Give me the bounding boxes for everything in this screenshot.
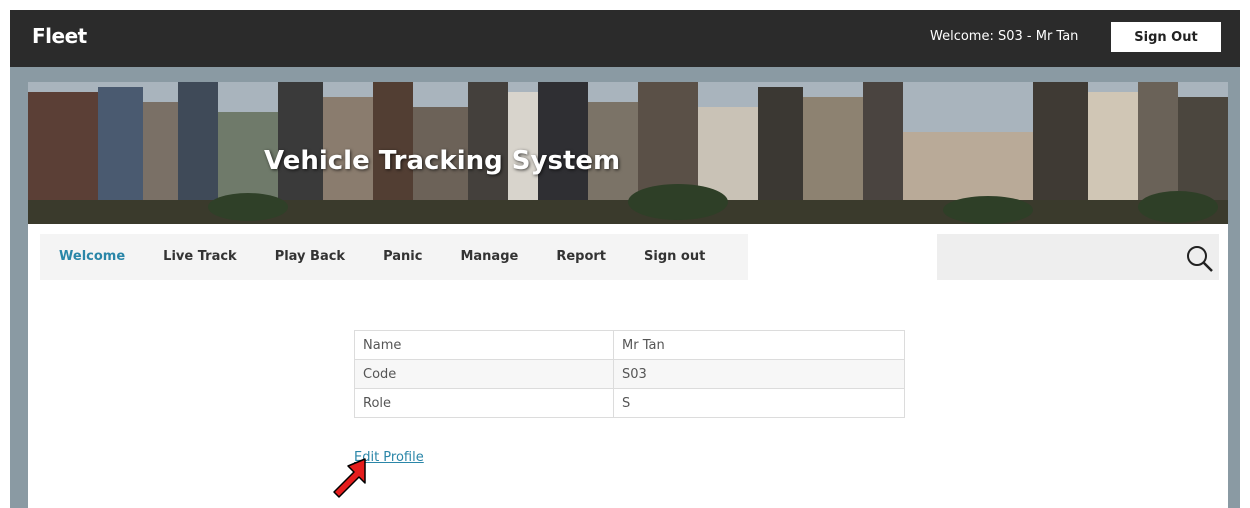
- nav-item-panic[interactable]: Panic: [364, 234, 441, 280]
- banner-title: Vehicle Tracking System: [264, 146, 621, 176]
- profile-code-value: S03: [613, 359, 905, 389]
- nav-item-welcome[interactable]: Welcome: [40, 234, 144, 280]
- brand-title: Fleet: [32, 24, 87, 48]
- profile-role-key: Role: [354, 388, 614, 418]
- main-content: Vehicle Tracking System Welcome Live Tra…: [28, 82, 1228, 508]
- search-icon[interactable]: [1185, 244, 1215, 274]
- nav-item-report[interactable]: Report: [537, 234, 625, 280]
- profile-name-key: Name: [354, 330, 614, 360]
- table-row: Name Mr Tan: [354, 330, 905, 360]
- red-arrow-icon: [333, 458, 366, 498]
- table-row: Role S: [354, 388, 905, 418]
- search-input[interactable]: [937, 234, 1177, 280]
- profile-role-value: S: [613, 388, 905, 418]
- city-skyline-image: [28, 82, 1228, 224]
- nav-item-play-back[interactable]: Play Back: [256, 234, 364, 280]
- nav-item-manage[interactable]: Manage: [441, 234, 537, 280]
- welcome-text: Welcome: S03 - Mr Tan: [930, 29, 1079, 44]
- nav-item-live-track[interactable]: Live Track: [144, 234, 256, 280]
- main-nav: Welcome Live Track Play Back Panic Manag…: [40, 234, 748, 280]
- table-row: Code S03: [354, 359, 905, 389]
- search-box: [937, 234, 1219, 280]
- profile-table: Name Mr Tan Code S03 Role S: [354, 330, 905, 418]
- profile-name-value: Mr Tan: [613, 330, 905, 360]
- profile-code-key: Code: [354, 359, 614, 389]
- app-window: Fleet Welcome: S03 - Mr Tan Sign Out Veh…: [10, 10, 1240, 508]
- banner-image: Vehicle Tracking System: [28, 82, 1228, 224]
- sign-out-button[interactable]: Sign Out: [1111, 22, 1221, 52]
- nav-item-sign-out[interactable]: Sign out: [625, 234, 724, 280]
- top-bar: Fleet Welcome: S03 - Mr Tan Sign Out: [10, 10, 1240, 67]
